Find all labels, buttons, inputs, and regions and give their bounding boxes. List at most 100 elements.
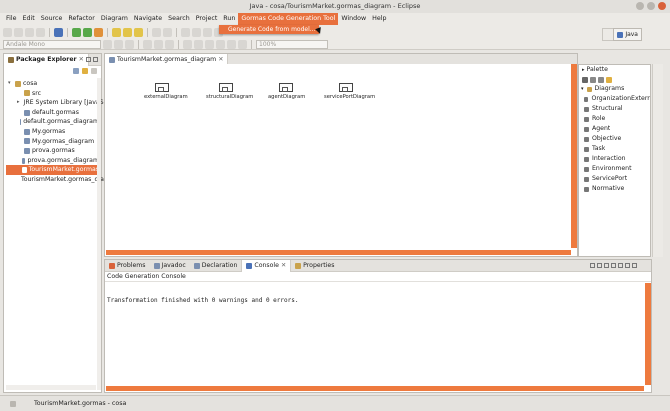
menu-run[interactable]: Run [220, 13, 238, 25]
menu-source[interactable]: Source [38, 13, 66, 25]
zoom-icon[interactable] [238, 39, 247, 49]
view-menu-icon[interactable] [91, 68, 97, 74]
close-button[interactable] [658, 2, 666, 10]
debug-icon[interactable] [54, 27, 63, 37]
tree-item[interactable]: ▸ JRE System Library [JavaSE-1.6] [6, 98, 122, 108]
tree-item[interactable]: ▾ cosa [6, 79, 99, 89]
minimize-view-icon[interactable] [86, 57, 91, 62]
fast-view-icon[interactable] [10, 401, 16, 407]
print-icon[interactable] [36, 27, 45, 37]
link-with-editor-icon[interactable] [82, 68, 88, 74]
scroll-lock-icon[interactable] [597, 263, 602, 268]
line-style-icon[interactable] [183, 39, 192, 49]
open-perspective-icon[interactable] [602, 28, 614, 41]
expand-icon[interactable]: ▸ [17, 98, 20, 108]
diagram-node[interactable]: agentDiagram [268, 83, 305, 100]
previous-annotation-icon[interactable] [192, 27, 201, 37]
palette-item-serviceport[interactable]: ServicePort [579, 174, 650, 184]
menu-search[interactable]: Search [165, 13, 193, 25]
font-name-field[interactable]: Andale Mono [3, 39, 101, 49]
next-annotation-icon[interactable] [181, 27, 190, 37]
font-color-icon[interactable] [143, 39, 152, 49]
bold-icon[interactable] [114, 39, 123, 49]
run-history-icon[interactable] [83, 27, 92, 37]
fill-color-icon[interactable] [154, 39, 163, 49]
tab-package-explorer[interactable]: Package Explorer ✕ [4, 53, 89, 66]
expand-icon[interactable]: ▾ [8, 79, 13, 89]
save-icon[interactable] [14, 27, 23, 37]
palette-item-normative[interactable]: Normative [579, 184, 650, 194]
tree-item[interactable]: My.gormas_diagram [6, 137, 99, 147]
collapse-icon[interactable]: ▸ [582, 65, 585, 75]
maximize-view-icon[interactable] [632, 263, 637, 268]
external-tools-icon[interactable] [94, 27, 103, 37]
close-icon[interactable]: ✕ [79, 54, 84, 66]
zoom-in-icon[interactable] [590, 76, 596, 83]
select-tool-icon[interactable] [582, 76, 588, 83]
palette-item-organizationexternal[interactable]: OrganizationExternal [579, 94, 650, 104]
open-type-icon[interactable] [152, 27, 161, 37]
collapse-all-icon[interactable] [73, 68, 79, 74]
tab-console[interactable]: Console ✕ [241, 259, 292, 272]
menu-navigate[interactable]: Navigate [131, 13, 165, 25]
open-console-icon[interactable] [618, 263, 623, 268]
tab-problems[interactable]: Problems [105, 260, 150, 272]
minimize-view-icon[interactable] [625, 263, 630, 268]
diagram-node[interactable]: externalDiagram [144, 83, 188, 100]
menu-edit[interactable]: Edit [20, 13, 38, 25]
tree-item[interactable]: default.gormas_diagram [6, 117, 99, 127]
console-vscrollbar[interactable] [645, 283, 651, 385]
tree-item[interactable]: prova.gormas [6, 146, 99, 156]
editor-hscrollbar[interactable] [106, 250, 571, 255]
zoom-out-icon[interactable] [598, 76, 604, 83]
palette-item-agent[interactable]: Agent [579, 124, 650, 134]
palette-item-role[interactable]: Role [579, 114, 650, 124]
note-tool-icon[interactable] [606, 76, 612, 83]
tab-javadoc[interactable]: Javadoc [150, 260, 190, 272]
run-icon[interactable] [72, 27, 81, 37]
tree-item[interactable]: My.gormas [6, 127, 99, 137]
new-class-icon[interactable] [134, 27, 143, 37]
maximize-view-icon[interactable] [93, 57, 98, 62]
save-all-icon[interactable] [25, 27, 34, 37]
pin-console-icon[interactable] [604, 263, 609, 268]
console-hscrollbar[interactable] [106, 386, 644, 391]
new-icon[interactable] [3, 27, 12, 37]
menu-window[interactable]: Window [338, 13, 369, 25]
display-console-icon[interactable] [611, 263, 616, 268]
line-color-icon[interactable] [165, 39, 174, 49]
tree-item[interactable]: TourismMarket.gormas [6, 165, 99, 175]
back-icon[interactable] [203, 27, 212, 37]
tab-properties[interactable]: Properties [291, 260, 338, 272]
menu-gormas-code-generation-tool[interactable]: Gormas Code Generation Tool [238, 13, 339, 25]
arrange-icon[interactable] [194, 39, 203, 49]
java-perspective-button[interactable]: Java [613, 28, 642, 41]
menu-refactor[interactable]: Refactor [65, 13, 97, 25]
italic-icon[interactable] [125, 39, 134, 49]
search-icon[interactable] [163, 27, 172, 37]
palette-item-interaction[interactable]: Interaction [579, 154, 650, 164]
tree-item[interactable]: prova.gormas_diagram [6, 156, 99, 166]
auto-size-icon[interactable] [216, 39, 225, 49]
editor-vscrollbar[interactable] [571, 64, 577, 248]
diagram-node[interactable]: servicePortDiagram [324, 83, 375, 100]
new-java-project-icon[interactable] [112, 27, 121, 37]
maximize-button[interactable] [647, 2, 655, 10]
diagram-canvas[interactable]: externalDiagram structuralDiagram agentD… [106, 64, 572, 251]
align-icon[interactable] [205, 39, 214, 49]
minimize-button[interactable] [636, 2, 644, 10]
tree-item[interactable]: default.gormas [6, 108, 99, 118]
clear-console-icon[interactable] [590, 263, 595, 268]
new-package-icon[interactable] [123, 27, 132, 37]
palette-item-environment[interactable]: Environment [579, 164, 650, 174]
palette-item-structural[interactable]: Structural [579, 104, 650, 114]
font-size-icon[interactable] [103, 39, 112, 49]
menu-diagram[interactable]: Diagram [98, 13, 131, 25]
package-explorer-hscrollbar[interactable] [6, 385, 96, 390]
tree-item[interactable]: TourismMarket.gormas_diagram [6, 175, 120, 185]
menu-help[interactable]: Help [369, 13, 389, 25]
select-all-icon[interactable] [227, 39, 236, 49]
menu-project[interactable]: Project [193, 13, 221, 25]
palette-item-task[interactable]: Task [579, 144, 650, 154]
gormas-menu-item-generate-code[interactable]: Generate Code from model... [219, 25, 319, 34]
